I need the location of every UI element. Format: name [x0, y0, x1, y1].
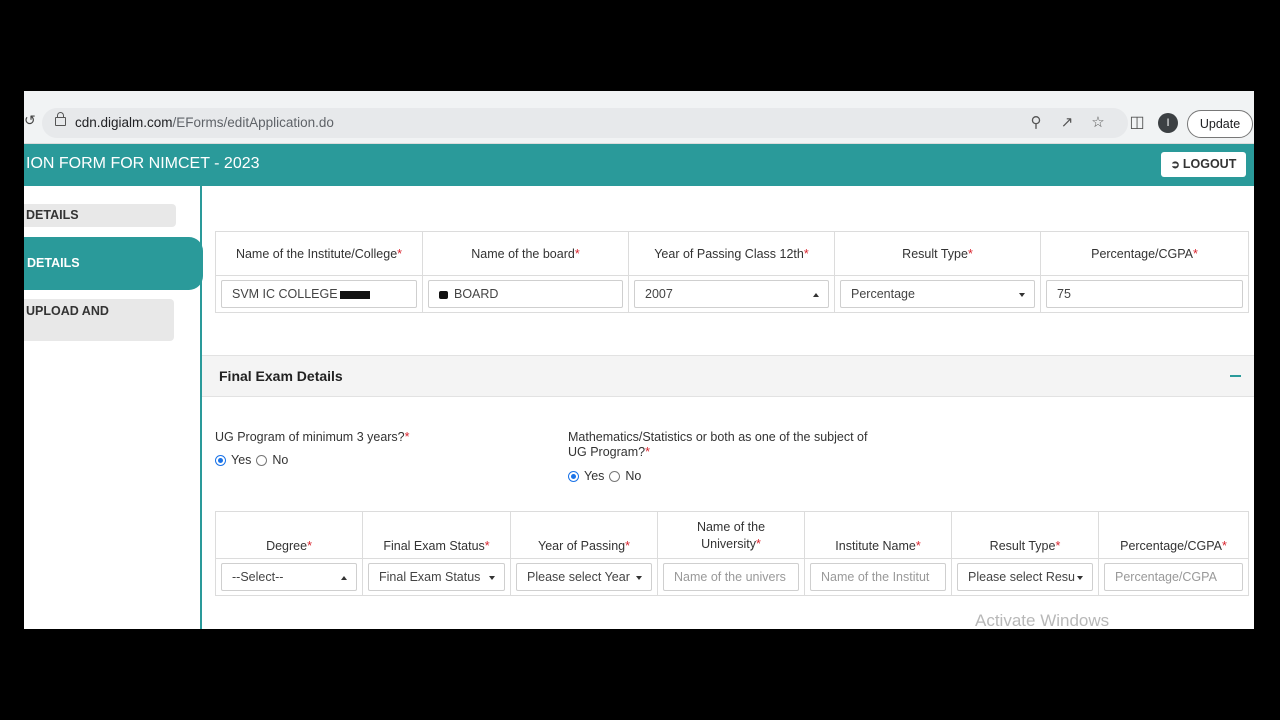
col-university: Name of the University*	[657, 511, 805, 559]
col-exam-status: Final Exam Status*	[362, 511, 511, 559]
collapse-icon[interactable]	[1230, 375, 1241, 377]
institute-field[interactable]: SVM IC COLLEGE	[221, 280, 417, 308]
ug-radio-group: Yes No	[215, 453, 293, 467]
update-button[interactable]: Update	[1187, 110, 1253, 138]
profile-avatar[interactable]: I	[1158, 113, 1178, 133]
lock-icon[interactable]	[55, 112, 66, 126]
share-icon[interactable]: ↗	[1058, 114, 1076, 132]
logout-label: LOGOUT	[1182, 157, 1237, 171]
col-board: Name of the board*	[422, 231, 629, 276]
zoom-icon[interactable]: ⚲	[1027, 114, 1045, 132]
class12-table: Name of the Institute/College* Name of t…	[215, 231, 1249, 313]
logout-button[interactable]: ➲ LOGOUT	[1161, 152, 1246, 177]
sidebar-item-details[interactable]: DETAILS	[24, 204, 176, 227]
col-institute-name: Institute Name*	[804, 511, 952, 559]
browser-toolbar: ↺ cdn.digialm.com/EForms/editApplication…	[24, 91, 1254, 144]
reload-icon[interactable]: ↺	[24, 112, 36, 129]
sidebar: DETAILS DETAILS UPLOAD AND	[24, 186, 203, 629]
university-input[interactable]: Name of the univers	[663, 563, 799, 591]
institute-name-input[interactable]: Name of the Institut	[810, 563, 946, 591]
browser-window: ↺ cdn.digialm.com/EForms/editApplication…	[24, 91, 1254, 629]
percentage-input[interactable]: Percentage/CGPA	[1104, 563, 1243, 591]
col-percentage: Percentage/CGPA*	[1098, 511, 1249, 559]
exam-status-select[interactable]: Final Exam Status	[368, 563, 505, 591]
col-degree: Degree*	[215, 511, 363, 559]
percentage-field[interactable]: 75	[1046, 280, 1243, 308]
math-question-label: Mathematics/Statistics or both as one of…	[568, 430, 868, 459]
math-radio-group: Yes No	[568, 469, 646, 483]
final-exam-table: Degree* Final Exam Status* Year of Passi…	[215, 511, 1249, 596]
address-bar[interactable]: cdn.digialm.com/EForms/editApplication.d…	[42, 108, 1128, 138]
sidebar-item-details-active[interactable]: DETAILS	[24, 237, 203, 290]
result-type-select[interactable]: Percentage	[840, 280, 1035, 308]
no-label: No	[625, 469, 642, 483]
url-text[interactable]: cdn.digialm.com/EForms/editApplication.d…	[75, 115, 334, 130]
result-type-select[interactable]: Please select Resu	[957, 563, 1093, 591]
year-select[interactable]: 2007	[634, 280, 829, 308]
side-panel-icon[interactable]: ◫	[1128, 114, 1146, 132]
ug-no-radio[interactable]	[256, 454, 268, 466]
sidebar-item-upload[interactable]: UPLOAD AND	[24, 299, 174, 341]
math-yes-radio[interactable]	[568, 470, 579, 482]
yes-label: Yes	[584, 469, 605, 483]
url-path: /EForms/editApplication.do	[172, 115, 334, 130]
page-title: ION FORM FOR NIMCET - 2023	[26, 155, 260, 172]
star-icon[interactable]: ☆	[1089, 114, 1107, 132]
redaction	[439, 290, 448, 299]
yes-label: Yes	[231, 453, 252, 467]
main-content: Name of the Institute/College* Name of t…	[202, 186, 1254, 629]
board-field[interactable]: BOARD	[428, 280, 623, 308]
col-result-type: Result Type*	[951, 511, 1099, 559]
windows-watermark: Activate Windows	[975, 611, 1110, 629]
ug-yes-radio[interactable]	[215, 454, 226, 466]
section-title: Final Exam Details	[219, 368, 343, 384]
col-year-passing: Year of Passing*	[510, 511, 658, 559]
url-domain: cdn.digialm.com	[75, 115, 173, 130]
degree-select[interactable]: --Select--	[221, 563, 357, 591]
logout-icon: ➲	[1170, 159, 1180, 171]
col-percentage: Percentage/CGPA*	[1040, 231, 1249, 276]
col-result-type: Result Type*	[834, 231, 1041, 276]
ug-question-label: UG Program of minimum 3 years?*	[215, 430, 410, 444]
year-passing-select[interactable]: Please select Year	[516, 563, 652, 591]
math-no-radio[interactable]	[609, 470, 621, 482]
redaction	[339, 290, 370, 299]
final-exam-section-header[interactable]: Final Exam Details	[202, 355, 1254, 397]
no-label: No	[272, 453, 289, 467]
app-header: ION FORM FOR NIMCET - 2023 ➲ LOGOUT	[24, 144, 1254, 186]
col-year: Year of Passing Class 12th*	[628, 231, 835, 276]
col-institute: Name of the Institute/College*	[215, 231, 423, 276]
